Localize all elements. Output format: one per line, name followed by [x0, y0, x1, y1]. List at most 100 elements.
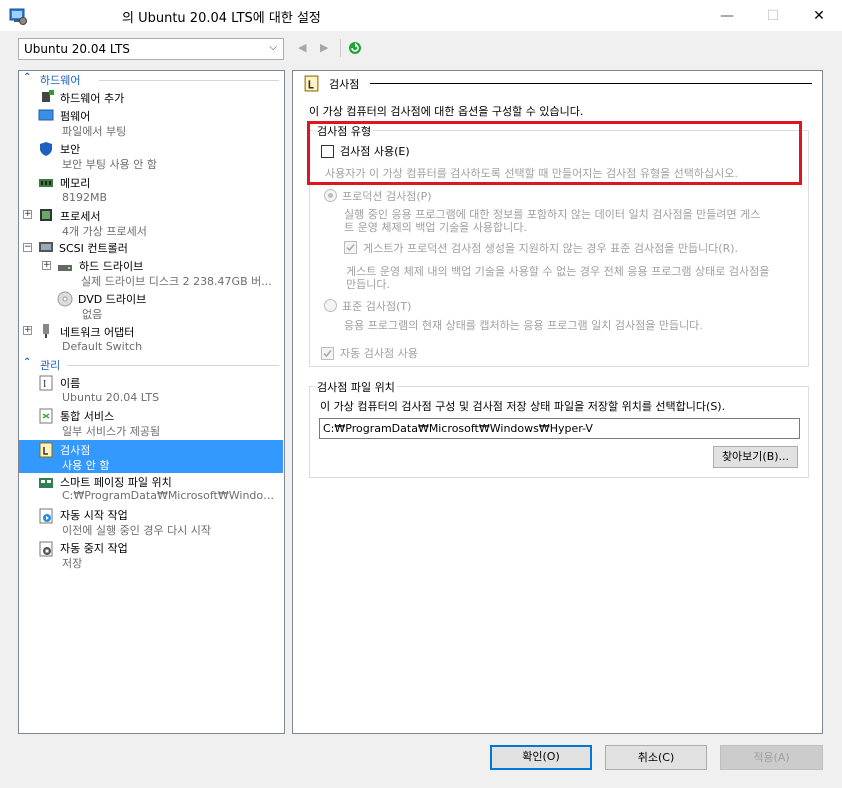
production-checkpoint-label[interactable]: 프로덕션 검사점(P): [342, 188, 432, 204]
tree-item-sublabel: 일부 서비스가 제공됨: [62, 425, 161, 438]
checkpoint-location-input[interactable]: C:₩ProgramData₩Microsoft₩Windows₩Hyper-V: [319, 418, 800, 439]
tree-item-add-hardware[interactable]: 하드웨어 추가: [19, 88, 283, 105]
tree-item-hard-drive[interactable]: + 하드 드라이브 실제 드라이브 디스크 2 238.47GB 버...: [19, 256, 283, 290]
tree-item-label: 하드웨어 추가: [60, 92, 125, 105]
tree-item-label: 검사점: [60, 444, 91, 457]
network-adapter-icon: [43, 324, 49, 338]
management-section-label: 관리: [40, 359, 61, 372]
expand-icon[interactable]: +: [42, 261, 51, 270]
tree-item-label: SCSI 컨트롤러: [59, 242, 128, 255]
checkmark-icon: [323, 350, 332, 358]
automatic-checkpoints-label[interactable]: 자동 검사점 사용: [340, 345, 418, 361]
firmware-icon: [38, 109, 54, 121]
checkpoint-location-group-label: 검사점 파일 위치: [315, 379, 397, 395]
tree-item-sublabel: 파일에서 부팅: [62, 125, 127, 138]
minimize-button[interactable]: —: [704, 0, 750, 31]
apply-button[interactable]: 적용(A): [720, 745, 823, 770]
ok-button[interactable]: 확인(O): [490, 745, 592, 770]
chevron-down-icon: ⌵: [269, 42, 277, 53]
production-checkpoint-desc-2: 트 운영 체제의 백업 기술을 사용합니다.: [344, 221, 527, 234]
name-icon: I: [39, 375, 53, 391]
tree-item-dvd-drive[interactable]: DVD 드라이브 없음: [19, 290, 283, 324]
tree-item-network-adapter[interactable]: + 네트워크 어댑터 Default Switch: [19, 322, 283, 356]
add-hardware-icon: [42, 90, 54, 102]
toolbar-separator: [340, 39, 341, 57]
checkpoint-icon: [39, 442, 53, 458]
tree-item-firmware[interactable]: 펌웨어 파일에서 부팅: [19, 105, 283, 139]
tree-item-checkpoint[interactable]: 검사점 사용 안 함: [19, 440, 283, 473]
tree-item-auto-start[interactable]: 자동 시작 작업 이전에 실행 중인 경우 다시 시작: [19, 506, 283, 540]
tree-item-label: 메모리: [60, 177, 91, 190]
tree-item-sublabel: 사용 안 함: [62, 459, 110, 472]
close-button[interactable]: ✕: [796, 0, 842, 31]
maximize-button[interactable]: ☐: [750, 0, 796, 31]
tree-item-name[interactable]: I 이름 Ubuntu 20.04 LTS: [19, 373, 283, 407]
fallback-standard-label[interactable]: 게스트가 프로덕션 검사점 생성을 지원하지 않는 경우 표준 검사점을 만듭니…: [363, 240, 738, 256]
tree-item-label: 자동 중지 작업: [60, 542, 128, 555]
tree-item-sublabel: 실제 드라이브 디스크 2 238.47GB 버...: [81, 275, 272, 288]
svg-text:I: I: [43, 379, 46, 390]
tree-item-sublabel: 없음: [82, 308, 103, 321]
title-divider: [370, 83, 812, 84]
page-description: 이 가상 컴퓨터의 검사점에 대한 옵션을 구성할 수 있습니다.: [309, 105, 584, 118]
expand-icon[interactable]: +: [23, 326, 32, 335]
tree-item-auto-stop[interactable]: 자동 중지 작업 저장: [19, 539, 283, 573]
management-section-header[interactable]: ⌃ 관리: [19, 356, 283, 373]
tree-item-memory[interactable]: 메모리 8192MB: [19, 173, 283, 207]
forward-arrow-icon[interactable]: ▶: [320, 41, 328, 54]
hardware-section-header[interactable]: ⌃ 하드웨어: [19, 71, 283, 88]
auto-stop-icon: [39, 541, 53, 557]
highlight-annotation-box: [307, 121, 802, 185]
tree-item-sublabel: 8192MB: [62, 191, 108, 204]
production-checkpoint-radio[interactable]: [324, 189, 337, 202]
dvd-disc-icon: [57, 291, 73, 307]
back-arrow-icon[interactable]: ◀: [298, 41, 306, 54]
scsi-controller-icon: [39, 242, 53, 252]
tree-item-label: 보안: [60, 143, 81, 156]
tree-item-processor[interactable]: + 프로세서 4개 가상 프로세서: [19, 206, 283, 240]
tree-item-sublabel: 저장: [62, 557, 83, 570]
tree-item-label: 프로세서: [60, 210, 101, 223]
collapse-icon[interactable]: ⌃: [23, 357, 31, 368]
tree-item-label: 통합 서비스: [60, 410, 115, 423]
tree-item-label: DVD 드라이브: [78, 293, 147, 306]
tree-item-security[interactable]: 보안 보안 부팅 사용 안 함: [19, 139, 283, 173]
tree-item-scsi-controller[interactable]: − SCSI 컨트롤러: [19, 239, 283, 256]
automatic-checkpoints-checkbox[interactable]: [321, 347, 334, 360]
shield-icon: [40, 142, 52, 156]
tree-item-sublabel: C:₩ProgramData₩Microsoft₩Windows₩...: [62, 489, 282, 502]
tree-item-label: 하드 드라이브: [79, 260, 144, 273]
tree-item-label: 자동 시작 작업: [60, 509, 128, 522]
checkmark-icon: [346, 244, 355, 252]
page-title: 검사점: [329, 78, 360, 91]
tree-item-sublabel: Default Switch: [62, 340, 143, 353]
hardware-section-label: 하드웨어: [40, 74, 81, 87]
fallback-standard-checkbox[interactable]: [344, 241, 357, 254]
window-title: 의 Ubuntu 20.04 LTS에 대한 설정: [122, 11, 321, 26]
tree-item-sublabel: Ubuntu 20.04 LTS: [62, 391, 160, 404]
cancel-button[interactable]: 취소(C): [605, 745, 707, 770]
checkpoint-icon: [304, 75, 319, 92]
auto-start-icon: [39, 508, 53, 524]
collapse-tree-icon[interactable]: −: [23, 243, 32, 252]
tree-item-smart-paging[interactable]: 스마트 페이징 파일 위치 C:₩ProgramData₩Microsoft₩W…: [19, 473, 283, 507]
refresh-icon[interactable]: [347, 40, 363, 56]
tree-item-sublabel: 이전에 실행 중인 경우 다시 시작: [62, 524, 212, 537]
standard-checkpoint-label[interactable]: 표준 검사점(T): [342, 298, 411, 314]
expand-icon[interactable]: +: [23, 210, 32, 219]
tree-item-label: 스마트 페이징 파일 위치: [60, 476, 172, 489]
integration-services-icon: [39, 408, 53, 424]
vm-selector[interactable]: Ubuntu 20.04 LTS ⌵: [18, 38, 284, 60]
tree-item-label: 이름: [60, 377, 81, 390]
standard-checkpoint-radio[interactable]: [324, 299, 337, 312]
tree-item-label: 네트워크 어댑터: [60, 326, 135, 339]
checkpoint-location-desc: 이 가상 컴퓨터의 검사점 구성 및 검사점 저장 상태 파일을 저장할 위치를…: [320, 400, 726, 413]
browse-button[interactable]: 찾아보기(B)...: [713, 446, 798, 468]
fallback-standard-desc-2: 만듭니다.: [346, 278, 390, 291]
collapse-icon[interactable]: ⌃: [23, 72, 31, 83]
tree-item-integration-services[interactable]: 통합 서비스 일부 서비스가 제공됨: [19, 406, 283, 440]
memory-icon: [39, 179, 53, 187]
smart-paging-icon: [39, 478, 53, 488]
hard-drive-icon: [58, 265, 72, 271]
tree-item-sublabel: 4개 가상 프로세서: [62, 225, 147, 238]
